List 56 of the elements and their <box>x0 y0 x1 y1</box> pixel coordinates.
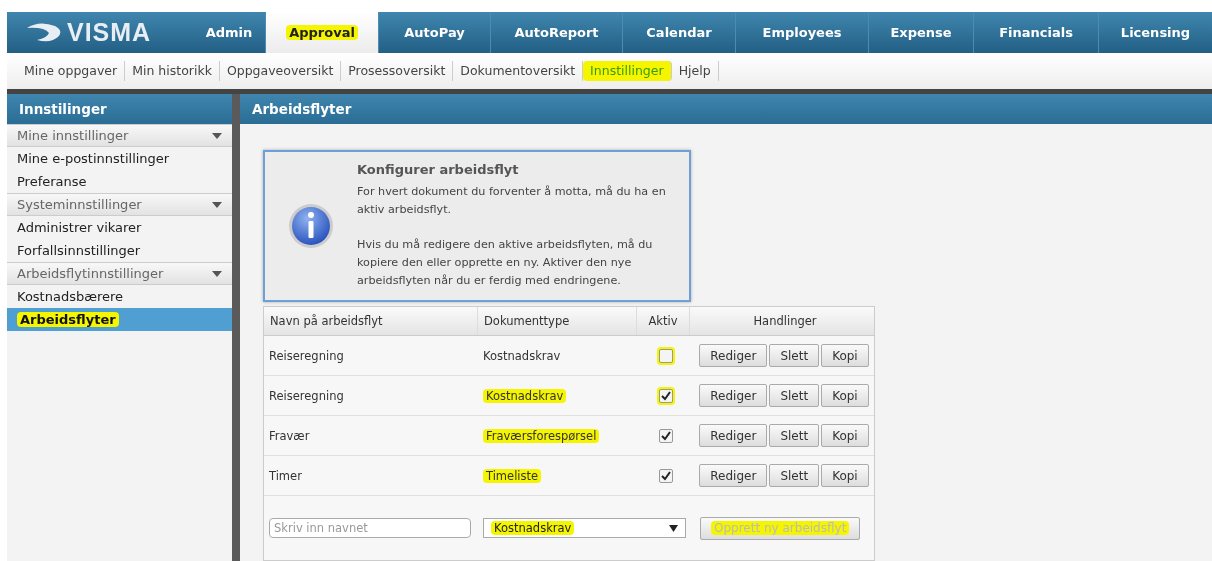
action-button[interactable]: Slett <box>769 424 820 447</box>
nav-tab[interactable]: Admin <box>193 12 265 54</box>
caret-icon <box>212 201 222 208</box>
action-button[interactable]: Rediger <box>699 344 768 367</box>
subnav-link[interactable]: Min historikk <box>125 61 220 82</box>
action-button[interactable]: Kopi <box>821 384 869 407</box>
nav-tab[interactable]: Approval <box>265 12 378 54</box>
action-button[interactable]: Kopi <box>821 344 869 367</box>
sidebar-item[interactable]: Arbeidsflyter <box>7 308 232 331</box>
table-cell: Fraværsforespørsel <box>483 428 600 443</box>
table-cell: Kostnadskrav <box>483 388 567 403</box>
sidebar-title: Innstilinger <box>7 94 232 124</box>
checkbox[interactable] <box>659 468 673 483</box>
table-cell: Fravær <box>269 428 310 443</box>
column-header: Handlinger <box>752 313 818 330</box>
name-field[interactable]: Skriv inn navnet <box>269 518 471 538</box>
action-button[interactable]: Kopi <box>821 464 869 487</box>
sidebar-group[interactable]: Systeminnstillinger <box>7 193 232 216</box>
action-button[interactable]: Kopi <box>821 424 869 447</box>
subnav-link[interactable]: Hjelp <box>671 61 719 82</box>
column-header: Navn på arbeidsflyt <box>264 307 478 335</box>
subnav-link[interactable]: Mine oppgaver <box>17 61 126 82</box>
action-button[interactable]: Slett <box>769 464 820 487</box>
column-header: Aktiv <box>637 307 690 335</box>
info-title: Konfigurer arbeidsflyt <box>357 162 520 177</box>
action-button[interactable]: Rediger <box>699 424 768 447</box>
table-cell: Timer <box>269 468 302 483</box>
table-cell: Reiseregning <box>269 388 344 403</box>
table-cell: Kostnadskrav <box>483 348 561 363</box>
subnav-link[interactable]: Oppgaveoversikt <box>219 61 342 82</box>
logo-icon <box>25 21 63 44</box>
sidebar-group[interactable]: Arbeidsflytinnstillinger <box>7 262 232 285</box>
table-cell: Reiseregning <box>269 348 344 363</box>
sidebar-group[interactable]: Mine innstillinger <box>7 124 232 147</box>
sidebar-item[interactable]: Administrer vikarer <box>7 216 232 239</box>
info-text: Hvis du må redigere den aktive arbeidsflyten, må du kopiere den eller opprette en ny. Aktiver den nye arbeidsflyten når du er ferdig med endringene. <box>357 237 654 289</box>
logo-text: VISMA <box>67 18 152 48</box>
panel-title: Arbeidsflyter <box>240 94 1212 124</box>
action-button[interactable]: Rediger <box>699 464 768 487</box>
dropdown-arrow-icon <box>669 524 678 532</box>
checkbox[interactable] <box>659 428 673 443</box>
sidebar-item[interactable]: Mine e-postinnstillinger <box>7 147 232 170</box>
action-button[interactable]: Slett <box>769 344 820 367</box>
type-dropdown[interactable]: Kostnadskrav <box>483 518 686 538</box>
sidebar-item[interactable]: Preferanse <box>7 170 232 193</box>
info-text: For hvert dokument du forventer å motta, må du ha en aktiv arbeidsflyt. <box>357 184 667 218</box>
subnav-link[interactable]: Prosessoversikt <box>341 61 454 82</box>
info-icon <box>287 202 335 250</box>
table-cell: Timeliste <box>483 468 542 483</box>
caret-icon <box>212 132 222 139</box>
sidebar-item[interactable]: Kostnadsbærere <box>7 285 232 308</box>
caret-icon <box>212 270 222 277</box>
column-header: Dokumenttype <box>478 307 637 335</box>
sidebar-item[interactable]: Forfallsinnstillinger <box>7 239 232 262</box>
action-button[interactable]: Slett <box>769 384 820 407</box>
action-button[interactable]: Rediger <box>699 384 768 407</box>
